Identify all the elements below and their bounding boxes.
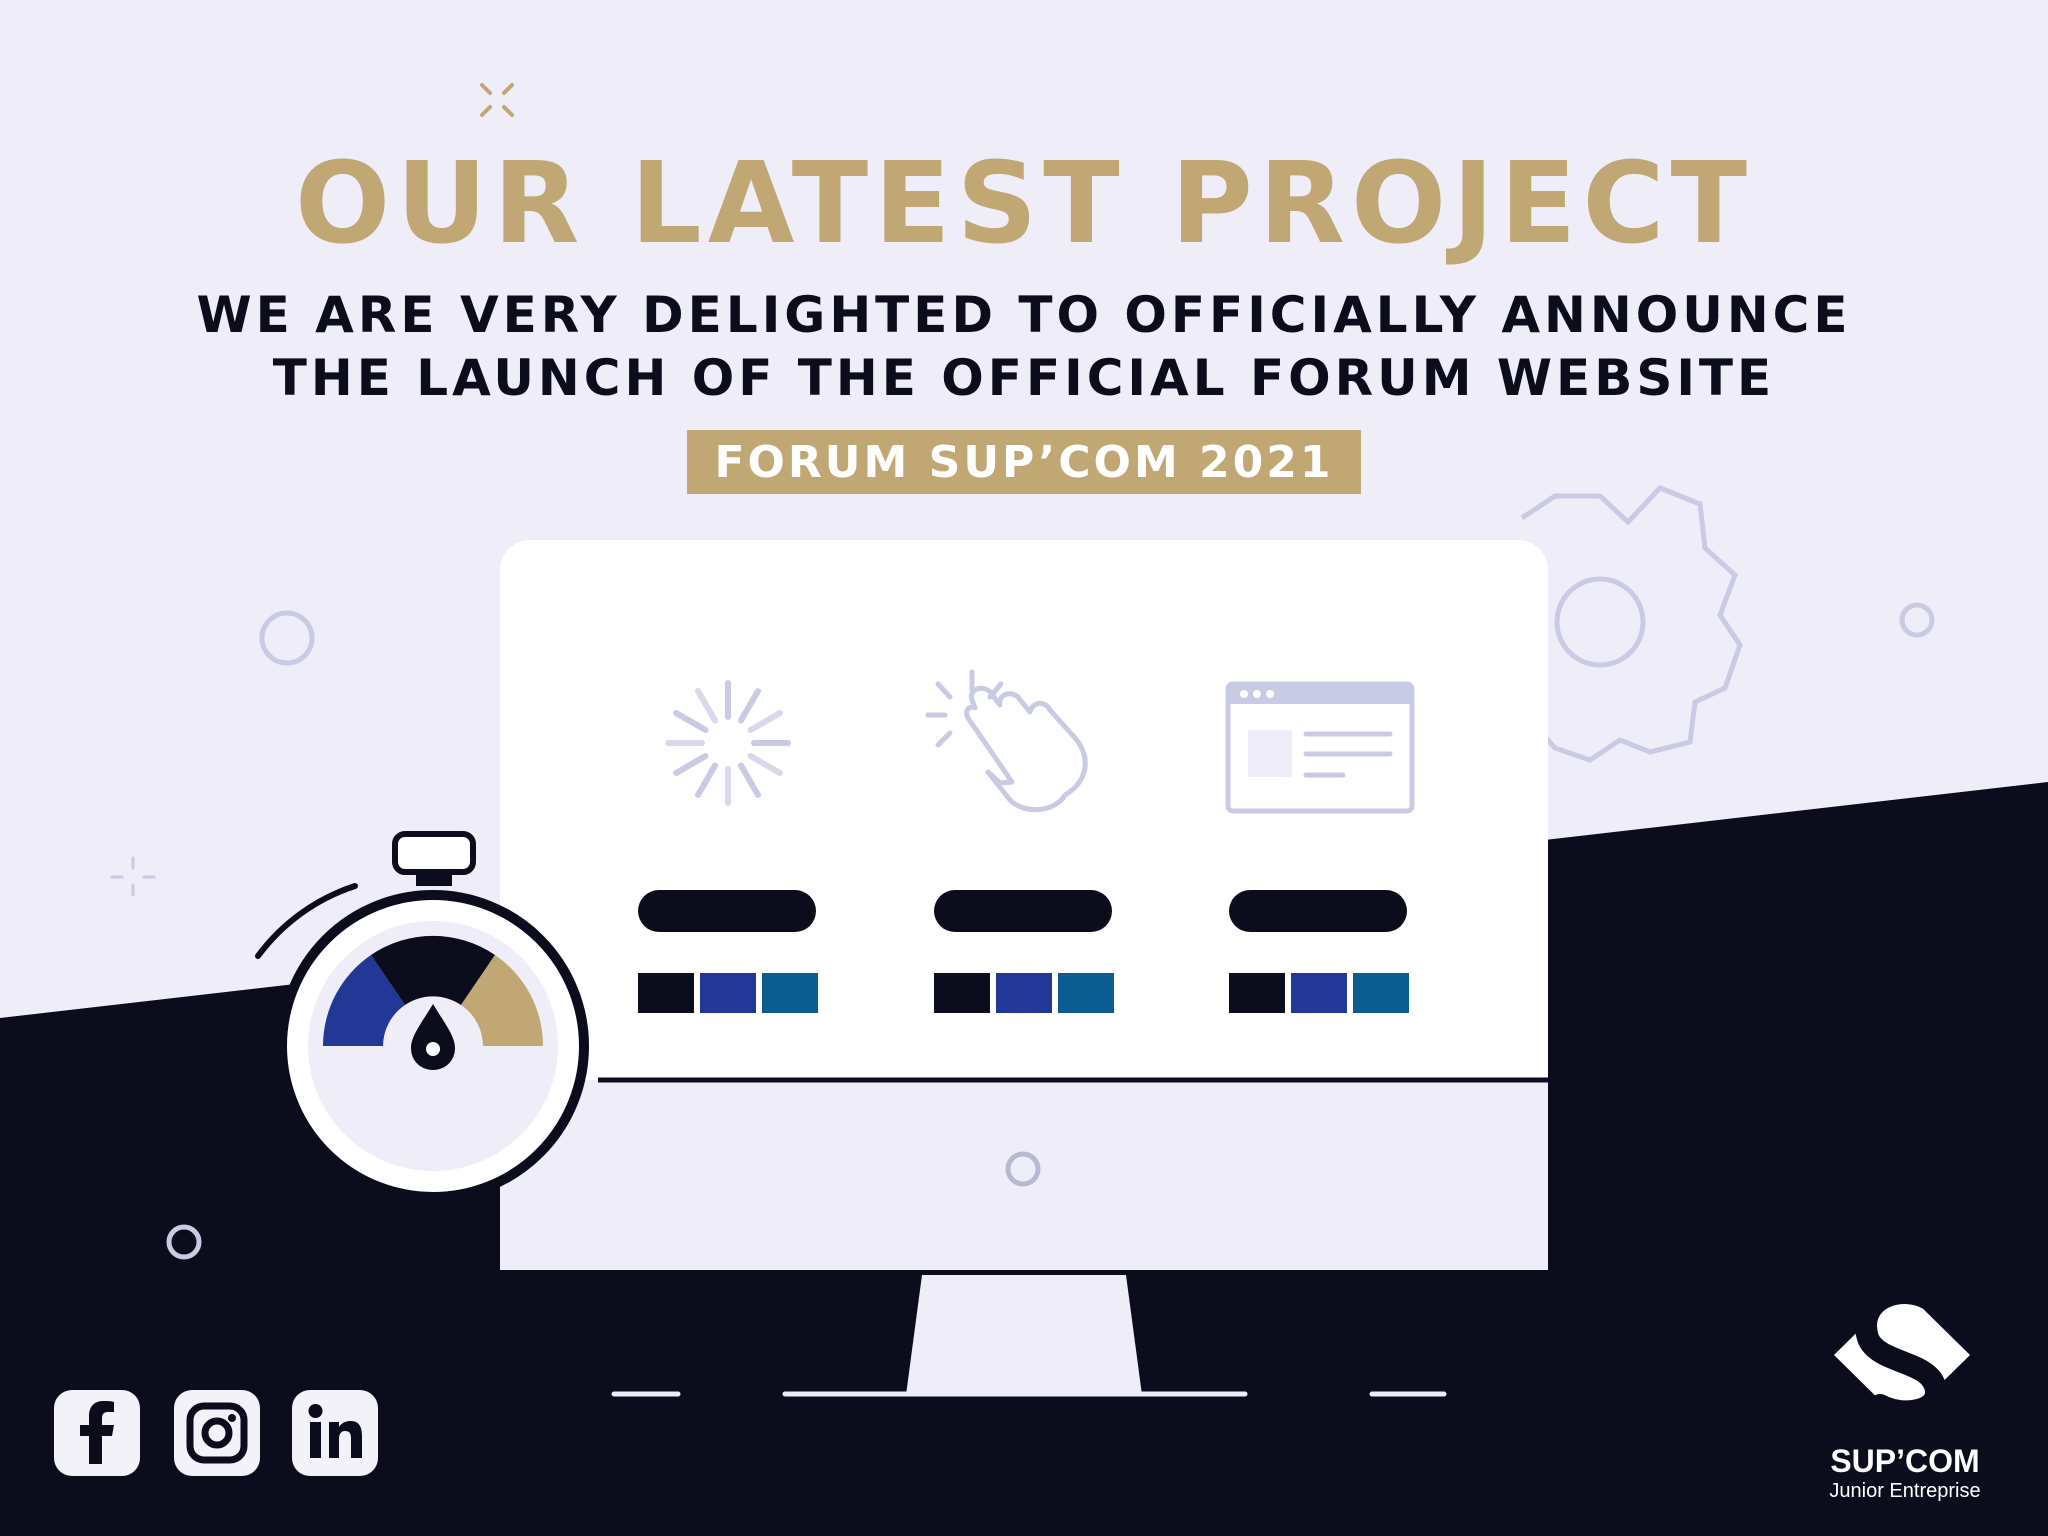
announcement-line-1: WE ARE VERY DELIGHTED TO OFFICIALLY ANNO… bbox=[196, 286, 1852, 344]
feature-title-bar bbox=[638, 890, 816, 932]
color-swatch bbox=[934, 973, 990, 1013]
linkedin-link[interactable] bbox=[292, 1390, 378, 1476]
feature-title-bar bbox=[934, 890, 1112, 932]
instagram-icon bbox=[186, 1402, 248, 1464]
linkedin-icon bbox=[308, 1404, 362, 1458]
sparkle-icon bbox=[480, 83, 514, 117]
brand-name: SUP’COM bbox=[1830, 1443, 1980, 1479]
instagram-link[interactable] bbox=[174, 1390, 260, 1476]
color-swatch bbox=[638, 973, 694, 1013]
monitor-stand bbox=[906, 1275, 1142, 1395]
poster: OUR LATEST PROJECT WE ARE VERY DELIGHTED… bbox=[0, 0, 2048, 1536]
brand-tagline: Junior Entreprise bbox=[1829, 1480, 1981, 1502]
color-swatch bbox=[762, 973, 818, 1013]
forum-badge: FORUM SUP’COM 2021 bbox=[687, 430, 1361, 494]
color-swatch bbox=[996, 973, 1052, 1013]
color-swatch bbox=[1353, 973, 1409, 1013]
color-swatch bbox=[1058, 973, 1114, 1013]
decor-circle bbox=[1899, 602, 1935, 638]
feature-title-bar bbox=[1229, 890, 1407, 932]
page-title: OUR LATEST PROJECT bbox=[294, 139, 1753, 269]
facebook-link[interactable] bbox=[54, 1390, 140, 1476]
gear-icon bbox=[1520, 485, 1743, 763]
color-swatch bbox=[700, 973, 756, 1013]
color-swatch bbox=[1229, 973, 1285, 1013]
announcement-line-2: THE LAUNCH OF THE OFFICIAL FORUM WEBSITE bbox=[272, 349, 1776, 407]
plus-sparkle-icon bbox=[110, 856, 156, 897]
facebook-icon bbox=[80, 1401, 114, 1464]
decor-circle bbox=[259, 610, 315, 666]
color-swatch bbox=[1291, 973, 1347, 1013]
